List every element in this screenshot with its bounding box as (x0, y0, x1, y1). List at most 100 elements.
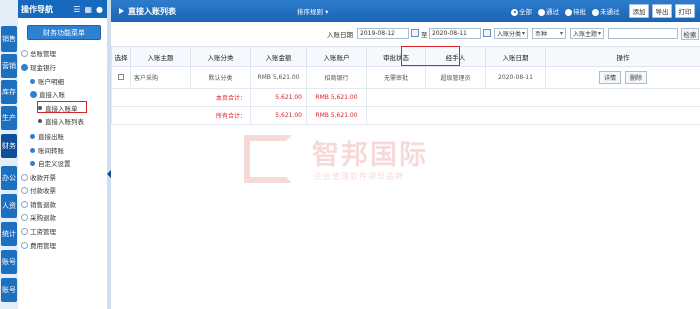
all-total-label: 所有合计： (111, 106, 251, 125)
rail-tab-label: 生产 (2, 114, 16, 122)
rail-tab-office[interactable]: 办公 (1, 166, 17, 190)
col-amount[interactable]: 入账金额 (250, 46, 307, 67)
nav-tree-item[interactable]: 采购退款 (21, 212, 56, 222)
nav-tree-item[interactable]: 直接入账 (30, 89, 65, 99)
radio-pending[interactable]: 待批 (565, 6, 586, 16)
nav-tree-item[interactable]: 销售退款 (21, 199, 56, 209)
watermark-subtitle: 企业管理软件领导品牌 (314, 172, 404, 181)
row-checkbox[interactable] (118, 73, 124, 80)
finance-menu-button[interactable]: 财务功能菜单 (27, 25, 101, 40)
brand-logo-icon (244, 135, 292, 183)
sort-rule-dropdown[interactable]: 排序规则 ▾ (297, 6, 328, 16)
nav-tree-item-label: 工资管理 (30, 228, 56, 236)
page-total-amount: 5,621.00 (250, 88, 307, 107)
list-icon[interactable]: ☰ (73, 5, 80, 14)
nav-tree-item[interactable]: 直接入账列表 (38, 116, 84, 126)
main-content: 直接入账列表 排序规则 ▾ 全部 通过 待批 未通过 添加 导出 打印 入账日期… (111, 0, 700, 309)
nav-tree-item-label: 账间转账 (38, 147, 64, 155)
rail-tab-sales[interactable]: 销售 (1, 26, 17, 52)
radio-icon (592, 8, 599, 16)
nav-tree-item[interactable]: 收款开票 (21, 172, 56, 182)
nav-tree-item-label: 自定义设置 (38, 160, 71, 168)
rail-tab-production[interactable]: 生产 (1, 106, 17, 130)
row-checkbox-cell (111, 66, 131, 89)
col-subject[interactable]: 入账主题 (130, 46, 191, 67)
title-bar: 直接入账列表 排序规则 ▾ 全部 通过 待批 未通过 添加 导出 打印 (111, 0, 700, 22)
rail-tab-account-2[interactable]: 账号 (1, 278, 17, 302)
radio-rejected[interactable]: 未通过 (592, 6, 620, 16)
detail-button[interactable]: 详情 (599, 71, 622, 84)
rail-tab-label: 销售 (2, 35, 16, 43)
page-title: 直接入账列表 (119, 6, 176, 17)
rail-tab-marketing[interactable]: 营销 (1, 54, 17, 78)
radio-all[interactable]: 全部 (511, 6, 532, 16)
search-button[interactable]: 检索 (681, 28, 699, 40)
rail-tab-hr[interactable]: 人资 (1, 194, 17, 218)
currency-select[interactable]: 币种 (532, 28, 566, 39)
grid-icon[interactable]: ▦ (84, 5, 92, 14)
nav-tree-item[interactable]: 账户明细 (30, 76, 64, 86)
rail-tab-inventory[interactable]: 库存 (1, 80, 17, 104)
collapse-icon (30, 90, 37, 98)
nav-tree-item[interactable]: 总账管理 (21, 48, 56, 58)
category-select[interactable]: 入账分类 (494, 28, 528, 39)
filter-bar: 入账日期 2019-08-12 至 2020-08-11 入账分类 币种 入账主… (111, 26, 700, 42)
export-button[interactable]: 导出 (652, 4, 672, 18)
nav-tree-item[interactable]: 费用管理 (21, 240, 56, 250)
expand-icon (21, 241, 28, 249)
to-label: 至 (421, 31, 428, 39)
selected-item-highlight (37, 101, 87, 113)
nav-tree-item[interactable]: 账间转账 (30, 145, 64, 155)
nav-tree-item-label: 费用管理 (30, 242, 56, 250)
page-total-row: 本页合计： 5,621.00 RMB 5,621.00 (111, 88, 700, 107)
bullet-icon (30, 160, 35, 166)
export-button-label: 导出 (655, 8, 669, 16)
rail-tab-account[interactable]: 账号 (1, 250, 17, 274)
nav-tree-item-label: 采购退款 (30, 214, 56, 222)
all-total-amount: 5,621.00 (250, 106, 307, 125)
currency-select-value: 币种 (535, 31, 548, 38)
cell-handler: 超级管理员 (425, 66, 486, 89)
nav-tree-item[interactable]: 现金银行 (21, 62, 56, 72)
rail-tab-label: 办公 (2, 174, 16, 182)
keyword-input[interactable] (608, 28, 678, 39)
add-button[interactable]: 添加 (629, 4, 649, 18)
expand-icon (21, 213, 28, 221)
user-icon[interactable]: ● (96, 5, 103, 14)
delete-button[interactable]: 删除 (624, 71, 647, 84)
col-account[interactable]: 入账账户 (306, 46, 367, 67)
nav-tree-item[interactable]: 直接出账 (30, 131, 64, 141)
date-label: 入账日期 (327, 31, 353, 39)
category-select-value: 入账分类 (497, 31, 522, 38)
rail-tab-label: 统计 (2, 230, 16, 238)
cell-date: 2020-08-11 (485, 66, 546, 89)
cell-amount: RMB 5,621.00 (250, 66, 307, 89)
rail-tab-finance[interactable]: 财务 (1, 134, 17, 158)
rail-tab-stats[interactable]: 统计 (1, 222, 17, 246)
radio-icon (538, 8, 545, 16)
print-button[interactable]: 打印 (675, 4, 695, 18)
date-to-input[interactable]: 2020-08-11 (429, 28, 481, 39)
col-category[interactable]: 入账分类 (190, 46, 251, 67)
col-date[interactable]: 入账日期 (485, 46, 546, 67)
subject-select[interactable]: 入账主题 (570, 28, 604, 39)
calendar-icon[interactable] (483, 29, 491, 37)
nav-tree-item[interactable]: 自定义设置 (30, 158, 71, 168)
table-row: 客户采购 默认分类 RMB 5,621.00 招商银行 无需审批 超级管理员 2… (111, 66, 700, 89)
nav-tree-item[interactable]: 付款收票 (21, 185, 56, 195)
calendar-icon[interactable] (411, 29, 419, 37)
radio-icon (565, 8, 572, 16)
page-total-rmb: RMB 5,621.00 (306, 88, 367, 107)
page-total-label: 本页合计： (111, 88, 251, 107)
radio-label: 待批 (573, 8, 586, 16)
search-button-label: 检索 (683, 31, 697, 39)
triangle-icon (119, 8, 124, 14)
radio-passed[interactable]: 通过 (538, 6, 559, 16)
nav-tree-item[interactable]: 工资管理 (21, 226, 56, 236)
nav-tree-item-label: 销售退款 (30, 201, 56, 209)
date-from-input[interactable]: 2019-08-12 (357, 28, 409, 39)
cell-status: 无需审批 (366, 66, 426, 89)
col-select: 选择 (111, 46, 131, 67)
expand-icon (21, 227, 28, 235)
expand-icon (21, 49, 28, 57)
